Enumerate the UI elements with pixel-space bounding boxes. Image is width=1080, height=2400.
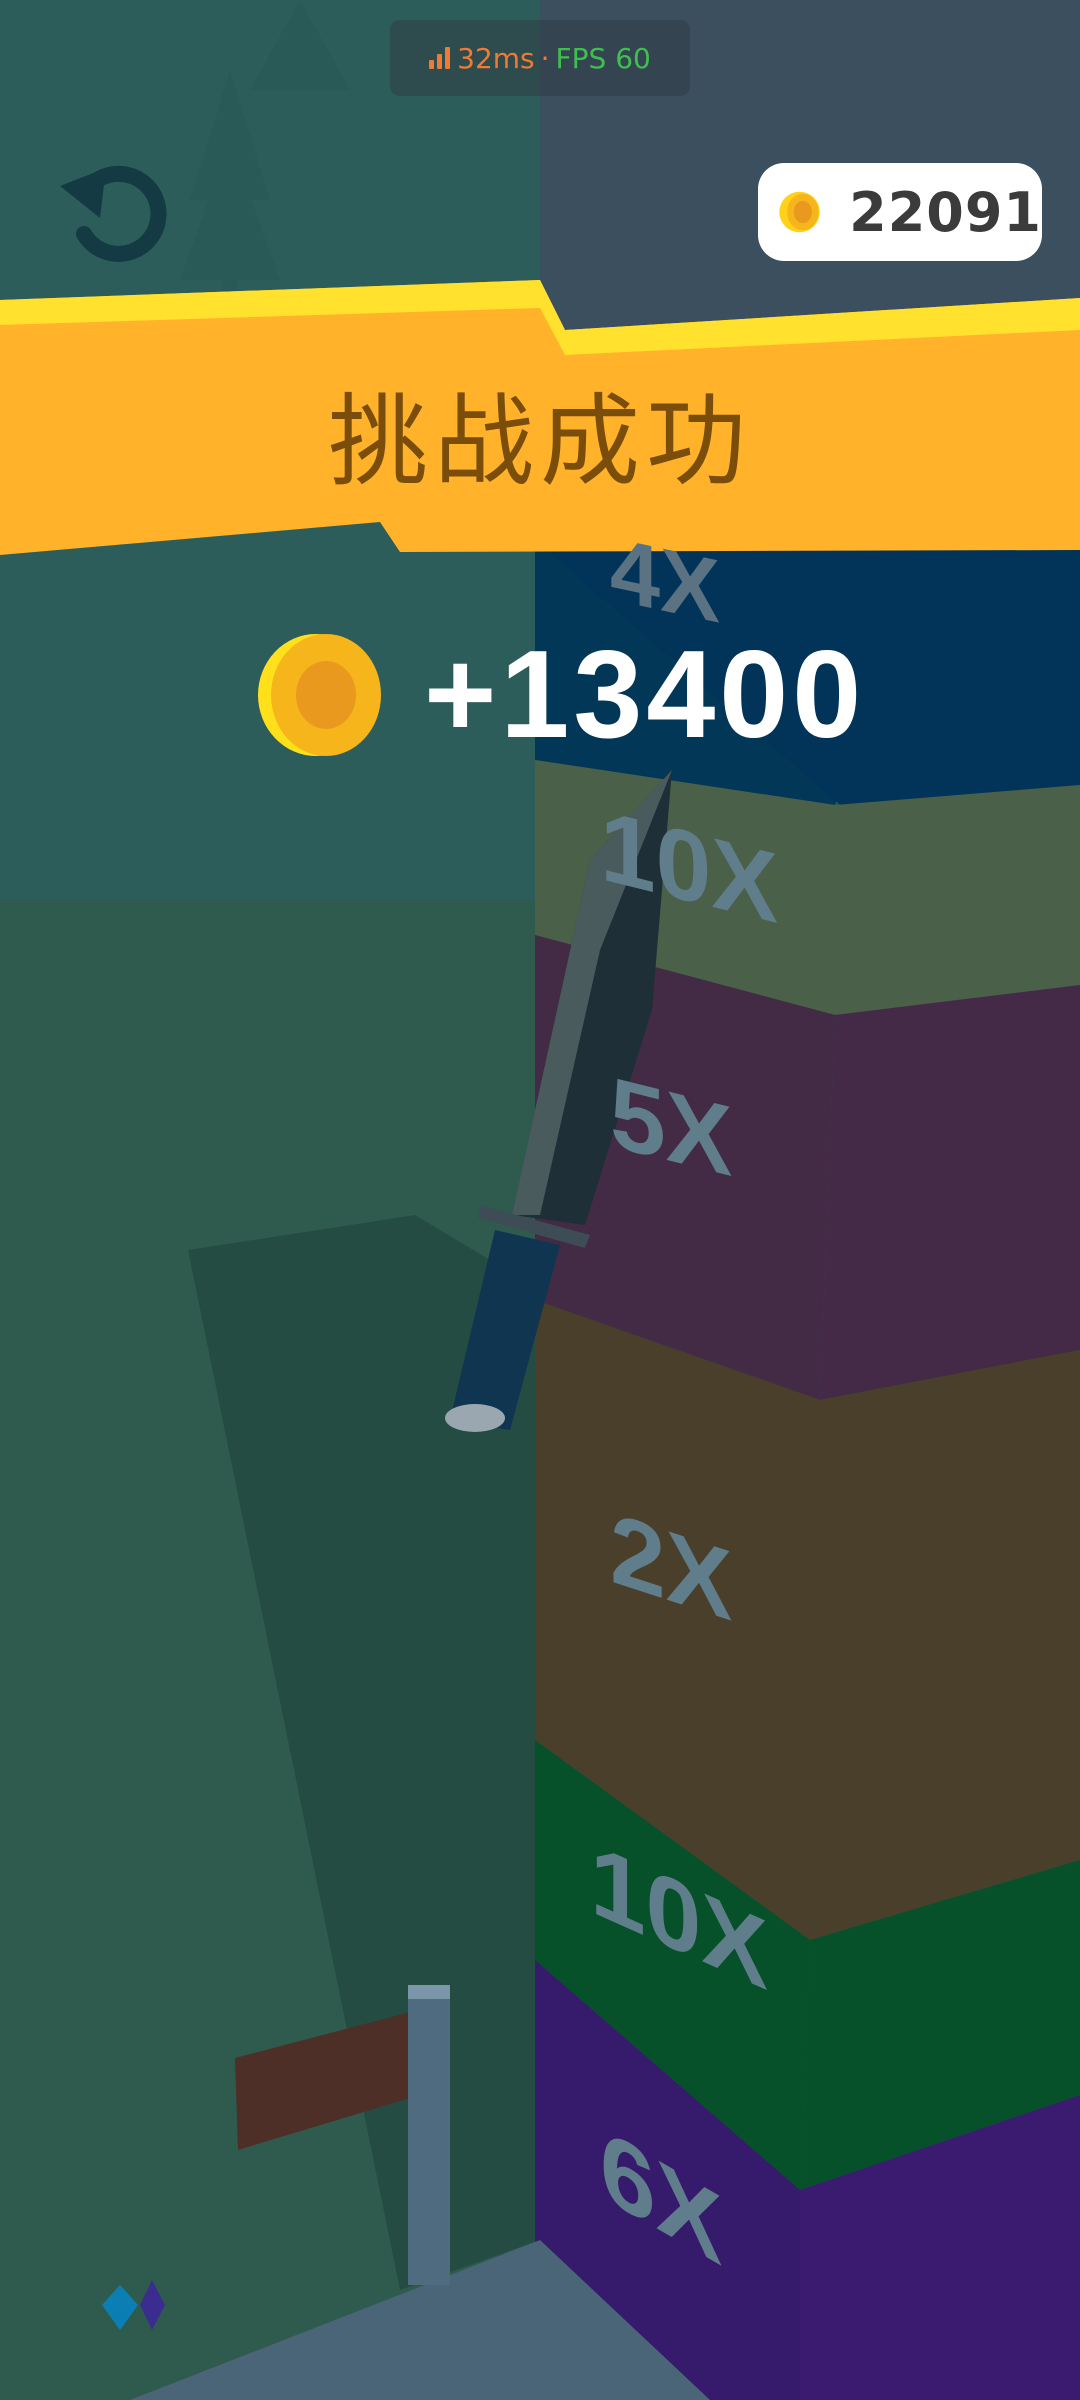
performance-overlay: 32ms · FPS 60 — [390, 20, 690, 96]
reward: +13400 — [258, 626, 865, 764]
signal-icon — [429, 47, 451, 69]
reward-amount: +13400 — [424, 626, 866, 764]
coin-icon — [258, 634, 381, 756]
undo-icon — [60, 165, 167, 262]
ping-text: 32ms — [457, 41, 535, 75]
fps-text: FPS 60 — [555, 41, 651, 75]
success-title: 挑战成功 — [328, 383, 752, 500]
separator-text: · — [540, 41, 550, 75]
coin-icon — [779, 191, 820, 233]
coin-count: 22091 — [849, 180, 1042, 244]
undo-button[interactable] — [50, 148, 170, 268]
coin-counter: 22091 — [758, 163, 1042, 261]
